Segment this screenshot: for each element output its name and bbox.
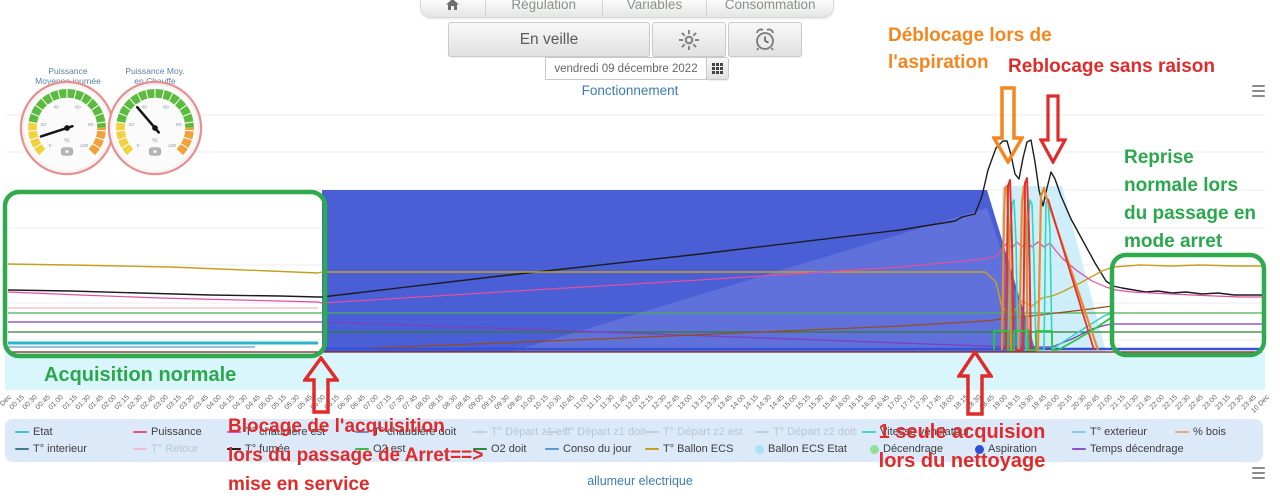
svg-text:40: 40 [141, 105, 147, 111]
legend-label: T° Départ z2 doit [773, 426, 856, 438]
sun-icon [679, 29, 699, 50]
annotation-nettoyage: 1 seule acquision lors du nettoyage [878, 421, 1046, 472]
alarm-clock-icon [756, 28, 774, 51]
legend-item[interactable]: T° exterieur [1072, 426, 1147, 438]
up-arrow-nettoyage [957, 350, 993, 416]
tab-home[interactable] [421, 0, 485, 17]
legend-marker [755, 431, 769, 433]
annotation-reprise: Reprise normale lors du passage en mode ar… [1124, 147, 1256, 252]
chart-menu-icon[interactable] [1252, 85, 1265, 97]
gauge-puissance-chauffe: 0 20 40 60 80 100% [107, 80, 203, 176]
mode-link[interactable]: Fonctionnement [500, 83, 760, 98]
main-tabbar: Régulation Variables Consommation [420, 0, 834, 18]
tab-label: Consommation [724, 0, 816, 12]
svg-text:40: 40 [53, 105, 59, 111]
legend-item[interactable]: T° interieur [15, 443, 87, 455]
calendar-grid-icon [712, 63, 723, 74]
annotation-blocage: Blocage de l'acquisition lors du passage … [228, 416, 484, 495]
legend-marker [645, 448, 659, 450]
legend-item[interactable]: % bois [1175, 426, 1226, 438]
chart-legend: Etat Puissance T° chaudière est T° chaudièr… [5, 419, 1263, 462]
legend-item[interactable]: T° Retour [133, 443, 198, 455]
legend-marker [133, 431, 147, 433]
legend-marker [133, 448, 147, 450]
svg-text:0: 0 [49, 143, 52, 149]
legend-label: Temps décendrage [1090, 443, 1184, 455]
status-button[interactable]: En veille [448, 22, 650, 57]
svg-text:%: % [152, 137, 158, 144]
tab-label: Variables [626, 0, 683, 12]
svg-text:20: 20 [129, 122, 135, 128]
legend-label: Puissance [151, 426, 202, 438]
legend-marker [1175, 431, 1189, 433]
tab-regulation[interactable]: Régulation [484, 0, 602, 17]
annotation-acquisition-normale: Acquisition normale [44, 364, 237, 386]
day-mode-button[interactable] [652, 22, 726, 57]
legend-label: T° exterieur [1090, 426, 1147, 438]
calendar-picker-button[interactable] [706, 57, 729, 80]
legend-item[interactable]: Ballon ECS Etat [755, 443, 847, 455]
legend-label: % bois [1193, 426, 1227, 438]
alarm-button[interactable] [728, 22, 802, 57]
legend-label: Etat [33, 426, 53, 438]
legend-label: T° Départ z2 est [663, 426, 743, 438]
date-input[interactable]: vendredi 09 décembre 2022 [545, 57, 707, 80]
legend-marker [15, 448, 29, 450]
legend-marker [645, 431, 659, 433]
svg-text:80: 80 [88, 122, 94, 128]
date-value: vendredi 09 décembre 2022 [554, 62, 698, 75]
tab-variables[interactable]: Variables [601, 0, 707, 17]
legend-item[interactable]: T° Ballon ECS [645, 443, 733, 455]
legend-item[interactable]: T° Départ z2 doit [755, 426, 856, 438]
legend-marker [15, 431, 29, 433]
chart-caption: allumeur electrique [587, 474, 693, 488]
svg-text:80: 80 [176, 122, 182, 128]
legend-marker [1072, 431, 1086, 433]
legend-label: Conso du jour [563, 443, 632, 455]
legend-item[interactable]: Temps décendrage [1072, 443, 1184, 455]
legend-item[interactable]: Puissance [133, 426, 202, 438]
home-icon [446, 0, 460, 10]
svg-text:0: 0 [137, 143, 140, 149]
annotation-reblocage: Reblocage sans raison [1008, 56, 1215, 77]
status-label: En veille [519, 30, 579, 48]
legend-item[interactable]: T° Départ z2 est [645, 426, 743, 438]
legend-label: T° Départ z1 doit [563, 426, 646, 438]
svg-text:60: 60 [163, 105, 169, 111]
legend-label: T° Retour [151, 443, 199, 455]
svg-text:20: 20 [41, 122, 47, 128]
tab-label: Régulation [511, 0, 576, 12]
svg-text:100: 100 [80, 143, 89, 149]
legend-label: O2 doit [491, 443, 527, 455]
legend-item[interactable]: T° Départ z1 doit [545, 426, 646, 438]
legend-marker [545, 448, 559, 450]
up-arrow-blocage [303, 356, 339, 414]
legend-item[interactable]: Conso du jour [545, 443, 632, 455]
legend-marker [755, 444, 764, 454]
legend-item[interactable]: Etat [15, 426, 53, 438]
legend-label: T° interieur [33, 443, 87, 455]
chart-menu-icon-bottom[interactable] [1252, 467, 1265, 479]
svg-text:100: 100 [168, 143, 177, 149]
legend-marker [545, 431, 559, 433]
svg-text:60: 60 [75, 105, 81, 111]
down-arrow-reblocage [1039, 94, 1067, 164]
svg-text:%: % [64, 137, 70, 144]
down-arrow-deblocage [992, 86, 1024, 164]
gauge-puissance-journee: 0 20 40 60 80 100% [19, 80, 115, 176]
legend-label: T° Ballon ECS [663, 443, 734, 455]
legend-label: Ballon ECS Etat [768, 443, 847, 455]
legend-marker [1072, 448, 1086, 450]
tab-consommation[interactable]: Consommation [706, 0, 833, 17]
